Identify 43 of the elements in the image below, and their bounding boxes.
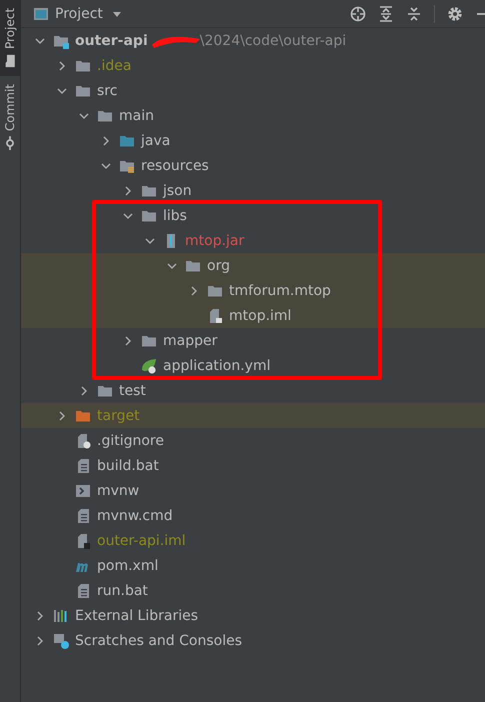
terminal-icon bbox=[75, 482, 91, 498]
tool-window-tab[interactable]: Project bbox=[0, 0, 20, 76]
locate-icon[interactable] bbox=[350, 6, 366, 22]
commit-icon bbox=[3, 136, 17, 150]
text-file-icon bbox=[75, 458, 91, 474]
window-icon bbox=[33, 6, 49, 22]
tree-item-label[interactable]: outer-api.iml bbox=[97, 532, 186, 548]
tree-item-label[interactable]: libs bbox=[163, 208, 187, 224]
tree-item-label[interactable]: build.bat bbox=[97, 458, 159, 474]
module-file-icon bbox=[75, 532, 91, 548]
tree-item-label[interactable]: org bbox=[207, 258, 230, 274]
tree-item-label[interactable]: Scratches and Consoles bbox=[75, 632, 242, 648]
tree-item-label[interactable]: .idea bbox=[97, 58, 132, 74]
tree-item-label[interactable]: mvnw.cmd bbox=[97, 508, 173, 524]
expand-all-icon[interactable] bbox=[378, 6, 394, 22]
collapse-all-icon[interactable] bbox=[406, 6, 422, 22]
tree-item-label[interactable]: mtop.iml bbox=[229, 308, 292, 324]
tree-item-label[interactable]: test bbox=[119, 382, 146, 398]
tree-item-label[interactable]: mapper bbox=[163, 332, 218, 348]
tree-item-label[interactable]: json bbox=[163, 182, 192, 198]
tree-item-label[interactable]: resources bbox=[141, 158, 209, 174]
text-file-icon bbox=[75, 582, 91, 598]
text-file-icon bbox=[75, 508, 91, 524]
tree-item-label[interactable]: main bbox=[119, 108, 154, 124]
tree-item-label[interactable]: java bbox=[141, 132, 170, 148]
scratches-icon bbox=[53, 632, 69, 648]
tree-item-label[interactable]: mvnw bbox=[97, 482, 140, 498]
settings-icon[interactable] bbox=[447, 6, 463, 22]
tree-item-label[interactable]: pom.xml bbox=[97, 558, 158, 574]
leaf-icon bbox=[141, 358, 157, 374]
locked-file-icon bbox=[207, 308, 223, 324]
tree-item-label[interactable]: application.yml bbox=[163, 358, 270, 374]
project-name[interactable]: outer-api bbox=[75, 32, 148, 48]
tree-item-label[interactable]: src bbox=[97, 82, 118, 98]
tree-item-label[interactable]: tmforum.mtop bbox=[229, 282, 331, 298]
project-path: \2024\code\outer-api bbox=[200, 32, 346, 48]
tree-item-label[interactable]: .gitignore bbox=[97, 432, 164, 448]
tree-item-label[interactable]: External Libraries bbox=[75, 608, 198, 624]
panel-title[interactable]: Project bbox=[55, 6, 103, 22]
tool-window-tab[interactable]: Commit bbox=[0, 76, 20, 158]
libraries-icon bbox=[53, 608, 69, 624]
tree-item-label[interactable]: run.bat bbox=[97, 582, 148, 598]
ignored-file-icon bbox=[75, 432, 91, 448]
